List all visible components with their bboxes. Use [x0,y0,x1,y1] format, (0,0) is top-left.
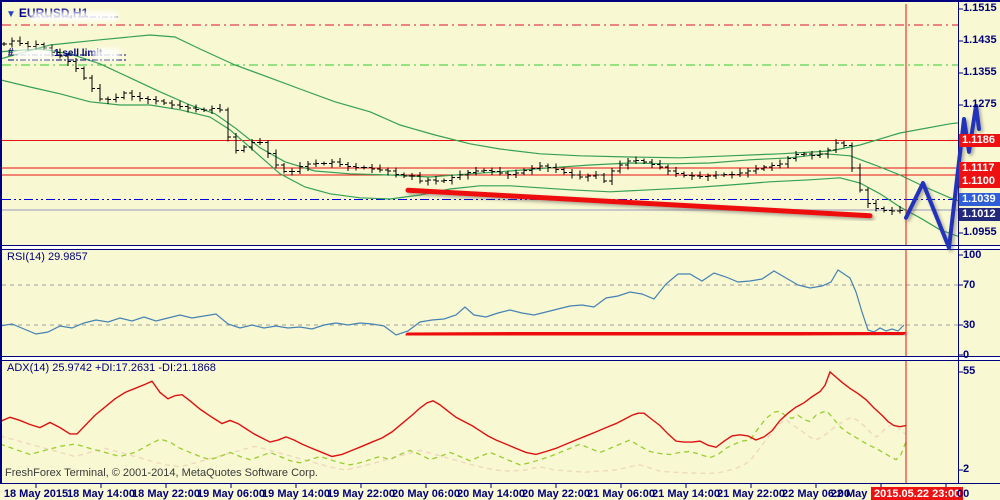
price-level-badge: 1.1039 [959,192,1000,206]
redacted-order-number [15,49,53,59]
mt4-chart-window: ▼EURUSD,H1 # 1 sell limit RSI(14) 29.985… [0,0,1000,500]
adx-axis-label: 2 [963,463,970,475]
order-prefix: # [8,47,14,58]
rsi-indicator-label: RSI(14) 29.9857 [7,251,88,263]
redacted-order-id [30,12,118,21]
truncated-time-label: 00 [957,488,970,500]
time-axis-label: 20 May 14:00 [457,488,525,500]
time-axis-label: 18 May 2015 [3,488,69,500]
price-axis-label: 1.1275 [963,98,997,110]
chart-canvas[interactable] [0,2,1000,500]
time-axis-label: 18 May 14:00 [67,488,135,500]
price-axis-label: 1.1435 [963,34,997,46]
price-level-badge: 1.1100 [959,174,1000,188]
price-axis-label: 1.1515 [963,2,997,14]
time-axis-label: 20 May 22:00 [522,488,590,500]
adx-indicator-label: ADX(14) 25.9742 +DI:17.2631 -DI:21.1868 [7,362,216,374]
price-level-badge: 1.1117 [959,161,1000,175]
price-axis-label: 1.0955 [963,226,997,238]
time-axis-label: 21 May 22:00 [717,488,785,500]
time-axis-label: 18 May 22:00 [132,488,200,500]
adx-axis-label: 55 [963,364,976,377]
time-axis-label: 19 May 22:00 [327,488,395,500]
time-axis-label: 20 May 06:00 [392,488,460,500]
time-axis-label: 19 May 06:00 [197,488,265,500]
time-axis-label: 22 May [830,488,868,500]
rsi-axis-label: 100 [963,249,982,261]
time-axis-label: 21 May 06:00 [587,488,655,500]
symbol-dropdown-icon[interactable]: ▼ [6,9,16,20]
rsi-axis-label: 70 [963,279,976,291]
current-time-badge: 2015.05.22 23:00 [871,487,964,500]
price-level-badge: 1.1012 [959,207,1000,221]
price-level-badge: 1.1186 [959,134,1000,148]
time-axis-label: 21 May 14:00 [652,488,720,500]
price-axis-label: 1.1355 [963,66,997,78]
terminal-copyright: FreshForex Terminal, © 2001-2014, MetaQu… [5,467,318,479]
rsi-axis-label: 0 [963,349,970,361]
redacted-order-price [93,49,120,59]
rsi-axis-label: 30 [963,319,976,331]
time-axis-label: 19 May 14:00 [262,488,330,500]
